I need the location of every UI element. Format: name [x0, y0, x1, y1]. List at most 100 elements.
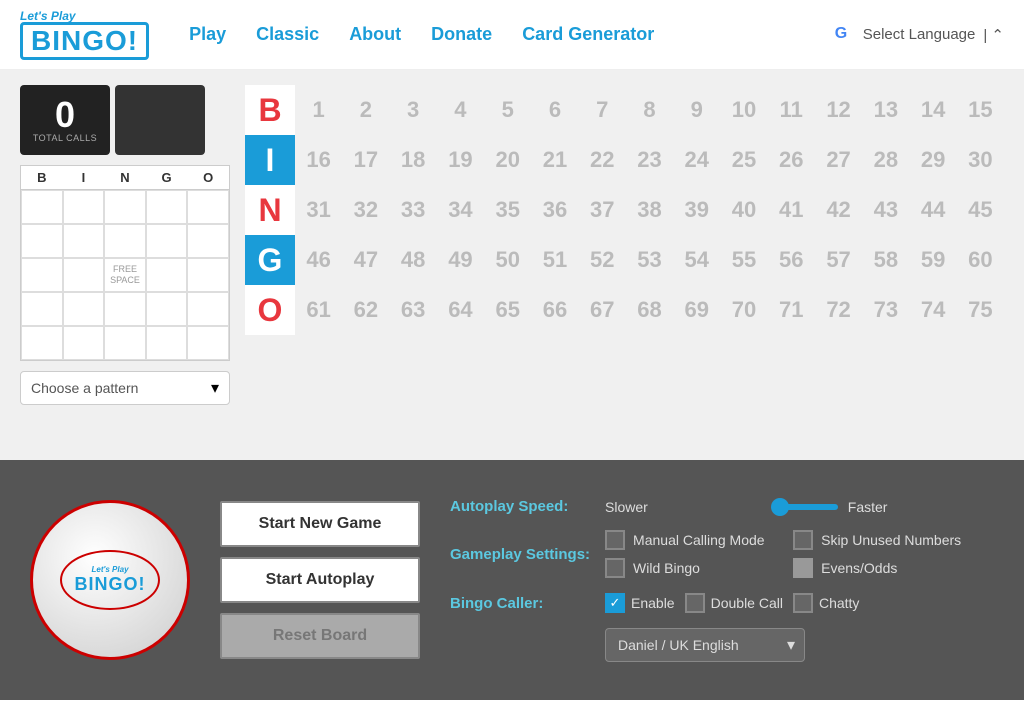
bingo-cell — [63, 224, 105, 258]
faster-label: Faster — [848, 499, 888, 515]
bingo-cell — [21, 224, 63, 258]
bingo-cell — [104, 292, 146, 326]
start-new-game-button[interactable]: Start New Game — [220, 501, 420, 547]
bingo-number: 10 — [720, 85, 767, 135]
caller-select-wrapper: Daniel / UK English — [605, 628, 805, 662]
bingo-cell — [63, 326, 105, 360]
wild-bingo-checkbox[interactable] — [605, 558, 625, 578]
bottom-panel: Let's Play BINGO! Start New Game Start A… — [0, 460, 1024, 700]
bingo-number: 56 — [768, 235, 815, 285]
bingo-number: 51 — [531, 235, 578, 285]
bingo-cell — [21, 258, 63, 292]
speed-slider[interactable] — [658, 504, 838, 510]
bingo-card-header: B I N G O — [21, 166, 229, 189]
bingo-number: 41 — [768, 185, 815, 235]
nav-classic[interactable]: Classic — [256, 24, 319, 45]
bingo-cell — [187, 292, 229, 326]
left-panel: 0 TOTAL CALLS B I N G O — [20, 85, 230, 445]
bingo-cell — [21, 190, 63, 224]
slower-label: Slower — [605, 499, 648, 515]
skip-unused-numbers-label: Skip Unused Numbers — [821, 532, 961, 548]
evens-odds-checkbox[interactable] — [793, 558, 813, 578]
reset-board-button[interactable]: Reset Board — [220, 613, 420, 659]
bingo-number: 70 — [720, 285, 767, 335]
logo-lets-play: Let's Play — [20, 10, 149, 22]
logo[interactable]: Let's Play BINGO! — [20, 10, 149, 60]
nav-card-generator[interactable]: Card Generator — [522, 24, 654, 45]
bingo-number: 57 — [815, 235, 862, 285]
bingo-caller-label: Bingo Caller: — [450, 595, 590, 612]
bingo-number: 31 — [295, 185, 342, 235]
evens-odds-option: Evens/Odds — [793, 558, 961, 578]
bingo-number: 45 — [957, 185, 1004, 235]
bingo-card-body: FREESPACE — [21, 189, 229, 360]
gameplay-options: Manual Calling Mode Skip Unused Numbers … — [605, 530, 961, 578]
autoplay-speed-label: Autoplay Speed: — [450, 498, 590, 515]
previous-call-box — [115, 85, 205, 155]
caller-select[interactable]: Daniel / UK English — [605, 628, 805, 662]
letter-g: G — [245, 235, 295, 285]
card-header-n: N — [104, 166, 146, 189]
bingo-cell — [21, 292, 63, 326]
manual-calling-mode-option: Manual Calling Mode — [605, 530, 773, 550]
bingo-cell — [187, 224, 229, 258]
main-nav: Play Classic About Donate Card Generator — [189, 24, 835, 45]
bingo-numbers-grid: 1234567891011121314151617181920212223242… — [295, 85, 1004, 445]
bingo-number: 37 — [579, 185, 626, 235]
bingo-cell — [187, 258, 229, 292]
chatty-label: Chatty — [819, 595, 859, 611]
bingo-cell — [104, 326, 146, 360]
bingo-number: 3 — [390, 85, 437, 135]
bingo-number: 50 — [484, 235, 531, 285]
bingo-number: 35 — [484, 185, 531, 235]
bingo-number: 72 — [815, 285, 862, 335]
bingo-cell — [63, 258, 105, 292]
letter-b: B — [245, 85, 295, 135]
mini-bingo-card: B I N G O FREESPACE — [20, 165, 230, 361]
enable-checkbox[interactable] — [605, 593, 625, 613]
chatty-checkbox[interactable] — [793, 593, 813, 613]
bingo-number: 46 — [295, 235, 342, 285]
bingo-number: 66 — [531, 285, 578, 335]
start-autoplay-button[interactable]: Start Autoplay — [220, 557, 420, 603]
bingo-number: 4 — [437, 85, 484, 135]
bingo-number: 6 — [531, 85, 578, 135]
free-space-cell: FREESPACE — [104, 258, 146, 292]
autoplay-speed-row: Autoplay Speed: Slower Faster — [450, 498, 994, 515]
bingo-number: 18 — [390, 135, 437, 185]
manual-calling-mode-checkbox[interactable] — [605, 530, 625, 550]
bingo-number: 30 — [957, 135, 1004, 185]
bingo-number: 14 — [909, 85, 956, 135]
card-header-o: O — [187, 166, 229, 189]
nav-play[interactable]: Play — [189, 24, 226, 45]
bingo-cell — [63, 292, 105, 326]
card-header-b: B — [21, 166, 63, 189]
nav-donate[interactable]: Donate — [431, 24, 492, 45]
double-call-checkbox[interactable] — [685, 593, 705, 613]
bingo-number: 9 — [673, 85, 720, 135]
bingo-cell — [146, 326, 188, 360]
skip-unused-numbers-option: Skip Unused Numbers — [793, 530, 961, 550]
game-area: 0 TOTAL CALLS B I N G O — [0, 70, 1024, 460]
enable-label: Enable — [631, 595, 675, 611]
manual-calling-mode-label: Manual Calling Mode — [633, 532, 765, 548]
bingo-number: 24 — [673, 135, 720, 185]
bingo-number: 71 — [768, 285, 815, 335]
select-language-label: Select Language — [863, 26, 976, 43]
card-header-g: G — [146, 166, 188, 189]
bingo-number: 52 — [579, 235, 626, 285]
bingo-number: 53 — [626, 235, 673, 285]
bingo-cell — [187, 190, 229, 224]
pattern-selector[interactable]: Choose a pattern ▾ — [20, 371, 230, 405]
bingo-number: 54 — [673, 235, 720, 285]
double-call-option: Double Call — [685, 593, 783, 613]
bingo-number: 65 — [484, 285, 531, 335]
bingo-number: 74 — [909, 285, 956, 335]
nav-about[interactable]: About — [349, 24, 401, 45]
bingo-number: 11 — [768, 85, 815, 135]
language-selector[interactable]: G Select Language | ⌃ — [835, 25, 1004, 45]
bingo-number: 8 — [626, 85, 673, 135]
bingo-number: 39 — [673, 185, 720, 235]
bingo-number: 17 — [342, 135, 389, 185]
skip-unused-numbers-checkbox[interactable] — [793, 530, 813, 550]
